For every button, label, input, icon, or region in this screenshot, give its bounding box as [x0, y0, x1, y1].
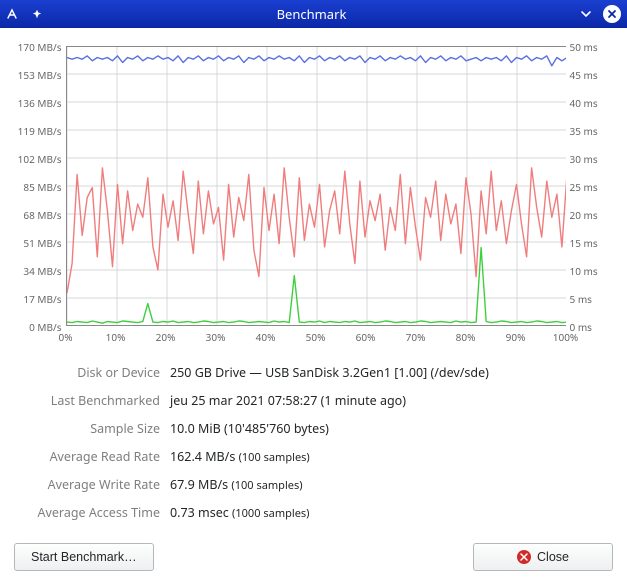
access-label: Average Access Time — [20, 504, 160, 521]
benchmarked-label: Last Benchmarked — [20, 392, 160, 409]
footer: Start Benchmark… Close — [0, 531, 627, 583]
app-menu-icon[interactable] — [6, 7, 20, 21]
y-left-tick: 170 MB/s — [14, 40, 62, 54]
x-tick: 90% — [501, 330, 531, 344]
sample-value: 10.0 MiB (10'485'760 bytes) — [170, 420, 615, 437]
pin-icon[interactable] — [30, 7, 44, 21]
chart-plot — [66, 46, 566, 326]
titlebar: Benchmark — [0, 0, 627, 28]
write-label: Average Write Rate — [20, 476, 160, 493]
minimize-icon[interactable] — [579, 7, 593, 21]
y-left-tick: 85 MB/s — [14, 180, 62, 194]
y-left-tick: 153 MB/s — [14, 68, 62, 82]
sample-label: Sample Size — [20, 420, 160, 437]
y-right-tick: 5 ms — [570, 292, 614, 306]
y-left-tick: 68 MB/s — [14, 208, 62, 222]
y-left-tick: 51 MB/s — [14, 236, 62, 250]
x-tick: 0% — [51, 330, 81, 344]
y-left-tick: 102 MB/s — [14, 152, 62, 166]
start-benchmark-button[interactable]: Start Benchmark… — [14, 543, 154, 571]
x-tick: 30% — [201, 330, 231, 344]
benchmarked-value: jeu 25 mar 2021 07:58:27 (1 minute ago) — [170, 392, 615, 409]
y-left-tick: 136 MB/s — [14, 96, 62, 110]
x-tick: 40% — [251, 330, 281, 344]
y-right-tick: 25 ms — [570, 180, 614, 194]
y-right-tick: 45 ms — [570, 68, 614, 82]
access-value: 0.73 msec (1000 samples) — [170, 504, 615, 521]
y-right-tick: 35 ms — [570, 124, 614, 138]
x-tick: 20% — [151, 330, 181, 344]
y-right-tick: 50 ms — [570, 40, 614, 54]
y-right-tick: 40 ms — [570, 96, 614, 110]
y-right-tick: 20 ms — [570, 208, 614, 222]
x-tick: 50% — [301, 330, 331, 344]
x-tick: 10% — [101, 330, 131, 344]
y-left-tick: 119 MB/s — [14, 124, 62, 138]
x-tick: 80% — [451, 330, 481, 344]
x-tick: 60% — [351, 330, 381, 344]
close-icon[interactable] — [603, 5, 621, 23]
disk-label: Disk or Device — [20, 364, 160, 381]
content-area: 0 MB/s17 MB/s34 MB/s51 MB/s68 MB/s85 MB/… — [0, 28, 627, 531]
y-right-tick: 10 ms — [570, 264, 614, 278]
write-value: 67.9 MB/s (100 samples) — [170, 476, 615, 493]
y-left-tick: 17 MB/s — [14, 292, 62, 306]
y-right-tick: 30 ms — [570, 152, 614, 166]
window-title: Benchmark — [44, 5, 579, 23]
y-right-tick: 15 ms — [570, 236, 614, 250]
x-tick: 100% — [551, 330, 581, 344]
read-value: 162.4 MB/s (100 samples) — [170, 448, 615, 465]
close-x-icon — [517, 550, 531, 564]
benchmark-chart: 0 MB/s17 MB/s34 MB/s51 MB/s68 MB/s85 MB/… — [14, 36, 614, 346]
disk-value: 250 GB Drive — USB SanDisk 3.2Gen1 [1.00… — [170, 364, 615, 381]
read-label: Average Read Rate — [20, 448, 160, 465]
close-button[interactable]: Close — [473, 543, 613, 571]
y-left-tick: 34 MB/s — [14, 264, 62, 278]
info-table: Disk or Device 250 GB Drive — USB SanDis… — [20, 364, 615, 521]
x-tick: 70% — [401, 330, 431, 344]
